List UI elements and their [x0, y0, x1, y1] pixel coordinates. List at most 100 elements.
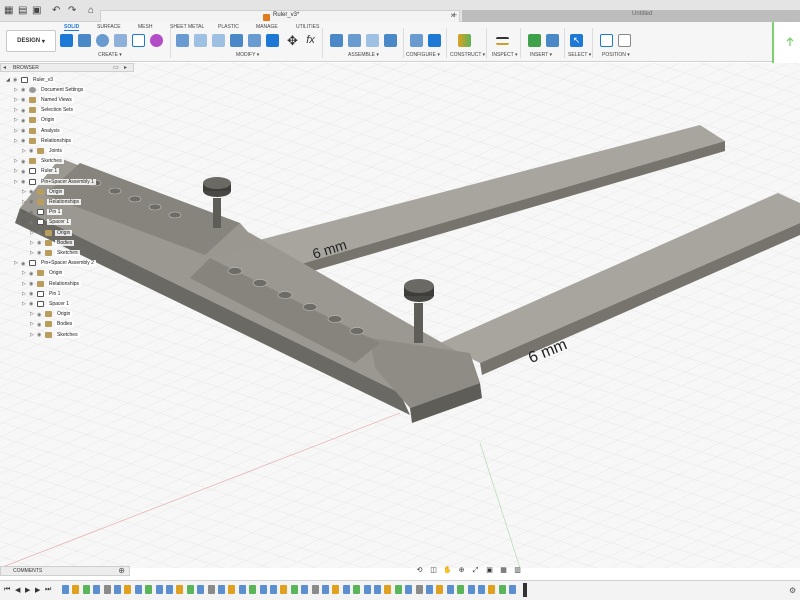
- expand-arrow-icon[interactable]: ▷: [22, 199, 29, 205]
- tree-item[interactable]: ▷ ◉ Relationships: [22, 279, 82, 288]
- timeline-feature[interactable]: [82, 585, 90, 594]
- timeline-marker[interactable]: [523, 583, 527, 597]
- visibility-eye-icon[interactable]: ◉: [13, 77, 21, 83]
- timeline-feature[interactable]: [62, 585, 69, 594]
- undo-icon[interactable]: ↶: [52, 5, 60, 16]
- expand-arrow-icon[interactable]: ▷: [22, 209, 29, 215]
- expand-arrow-icon[interactable]: ▷: [22, 148, 29, 154]
- tree-item[interactable]: ▷ ◉ Origin: [22, 269, 65, 278]
- timeline-feature[interactable]: [207, 585, 215, 594]
- redo-icon[interactable]: ↷: [68, 5, 76, 16]
- timeline-feature[interactable]: [249, 585, 257, 594]
- tree-item[interactable]: ▷ ◉ Pin 1: [22, 208, 63, 217]
- timeline-feature[interactable]: [498, 585, 506, 594]
- tree-item[interactable]: ▷ ◉ Origin: [30, 228, 73, 237]
- new-component-assemble-icon[interactable]: [330, 34, 343, 47]
- timeline-feature[interactable]: [301, 585, 309, 594]
- expand-arrow-icon[interactable]: ▷: [14, 87, 21, 93]
- construct-group-label[interactable]: CONSTRUCT ▾: [450, 52, 485, 58]
- step-back-icon[interactable]: ◀: [15, 586, 20, 594]
- expand-arrow-icon[interactable]: ▷: [22, 281, 29, 287]
- tree-item[interactable]: ▷ ◉ Bodies: [30, 238, 75, 247]
- timeline-feature[interactable]: [218, 585, 225, 594]
- parameters-icon[interactable]: fx: [304, 34, 317, 47]
- visibility-eye-icon[interactable]: ◉: [21, 128, 29, 134]
- expand-arrow-icon[interactable]: ▷: [30, 230, 37, 236]
- tree-item[interactable]: ▷ ◉ Bodies: [30, 320, 75, 329]
- form-icon[interactable]: [150, 34, 163, 47]
- configure-icon[interactable]: [410, 34, 423, 47]
- viewports-icon[interactable]: ▥: [512, 566, 523, 575]
- visibility-eye-icon[interactable]: ◉: [37, 322, 45, 328]
- timeline-feature[interactable]: [93, 585, 101, 594]
- capture-position-icon[interactable]: [600, 34, 613, 47]
- pan-icon[interactable]: ✋: [442, 566, 453, 575]
- expand-arrow-icon[interactable]: ▷: [30, 250, 37, 256]
- expand-arrow-icon[interactable]: ◢: [6, 77, 13, 83]
- tree-item[interactable]: ▷ ◉ Origin: [14, 116, 57, 125]
- timeline-feature[interactable]: [124, 585, 132, 594]
- file-icon[interactable]: ▤: [18, 5, 27, 16]
- expand-arrow-icon[interactable]: ▷: [14, 179, 21, 185]
- fillet-icon[interactable]: [194, 34, 207, 47]
- timeline-feature[interactable]: [457, 585, 465, 594]
- timeline-feature[interactable]: [332, 585, 340, 594]
- browser-minimize-icon[interactable]: ▭: [113, 64, 119, 71]
- joint-icon[interactable]: [348, 34, 361, 47]
- expand-arrow-icon[interactable]: ▷: [22, 219, 29, 225]
- visibility-eye-icon[interactable]: ◉: [21, 108, 29, 114]
- timeline-feature[interactable]: [280, 585, 288, 594]
- workspace-switcher-button[interactable]: DESIGN ▾: [6, 30, 56, 52]
- browser-pin-icon[interactable]: ▸: [124, 64, 127, 71]
- timeline-feature[interactable]: [166, 585, 173, 594]
- visibility-eye-icon[interactable]: ◉: [29, 220, 37, 226]
- timeline-feature[interactable]: [176, 585, 184, 594]
- tree-item[interactable]: ▷ ◉ Joints: [22, 146, 65, 155]
- collapse-browser-icon[interactable]: ◂: [3, 64, 6, 71]
- press-pull-icon[interactable]: [176, 34, 189, 47]
- canvas-viewport[interactable]: 6 mm 6 mm: [0, 63, 800, 568]
- tree-item[interactable]: ▷ ◉ Selection Sets: [14, 106, 75, 115]
- rigid-group-icon[interactable]: [384, 34, 397, 47]
- visibility-eye-icon[interactable]: ◉: [29, 271, 37, 277]
- save-icon[interactable]: ▣: [32, 5, 41, 16]
- tab-plastic[interactable]: PLASTIC: [218, 24, 239, 30]
- insert-image-icon[interactable]: [546, 34, 559, 47]
- tree-item[interactable]: ▷ ◉ Pin 1: [22, 289, 63, 298]
- step-forward-icon[interactable]: ▶: [35, 586, 40, 594]
- offset-plane-icon[interactable]: [458, 34, 471, 47]
- timeline-feature[interactable]: [415, 585, 423, 594]
- chamfer-icon[interactable]: [212, 34, 225, 47]
- expand-arrow-icon[interactable]: ▷: [22, 189, 29, 195]
- go-to-start-icon[interactable]: ⏮: [4, 586, 10, 594]
- insert-group-label[interactable]: INSERT ▾: [530, 52, 552, 58]
- revolve-icon[interactable]: [96, 34, 109, 47]
- expand-arrow-icon[interactable]: ▷: [14, 260, 21, 266]
- tree-item[interactable]: ▷ ◉ Pin+Spacer Assembly 1: [14, 177, 96, 186]
- document-tab[interactable]: Ruler_v3* ×: [100, 10, 460, 22]
- expand-arrow-icon[interactable]: ▷: [14, 158, 21, 164]
- fit-icon[interactable]: ⤢: [470, 566, 481, 575]
- timeline-feature[interactable]: [134, 585, 142, 594]
- scale-icon[interactable]: [266, 34, 279, 47]
- tree-item[interactable]: ▷ ◉ Spacer 1: [22, 218, 72, 227]
- tree-item[interactable]: ▷ ◉ Analysis: [14, 126, 62, 135]
- visibility-eye-icon[interactable]: ◉: [29, 281, 37, 287]
- timeline-feature[interactable]: [436, 585, 444, 594]
- timeline-feature[interactable]: [311, 585, 319, 594]
- timeline-feature[interactable]: [405, 585, 413, 594]
- new-component-icon[interactable]: [60, 34, 73, 47]
- visibility-eye-icon[interactable]: ◉: [21, 87, 29, 93]
- as-built-joint-icon[interactable]: [366, 34, 379, 47]
- visibility-eye-icon[interactable]: ◉: [29, 199, 37, 205]
- visibility-eye-icon[interactable]: ◉: [29, 189, 37, 195]
- tab-surface[interactable]: SURFACE: [97, 24, 121, 30]
- expand-arrow-icon[interactable]: ▷: [22, 270, 29, 276]
- visibility-eye-icon[interactable]: ◉: [37, 250, 45, 256]
- play-icon[interactable]: ▶: [25, 586, 30, 594]
- position-group-label[interactable]: POSITION ▾: [602, 52, 630, 58]
- timeline-feature[interactable]: [72, 585, 80, 594]
- modify-group-label[interactable]: MODIFY ▾: [236, 52, 259, 58]
- timeline-feature[interactable]: [342, 585, 350, 594]
- timeline-feature[interactable]: [488, 585, 496, 594]
